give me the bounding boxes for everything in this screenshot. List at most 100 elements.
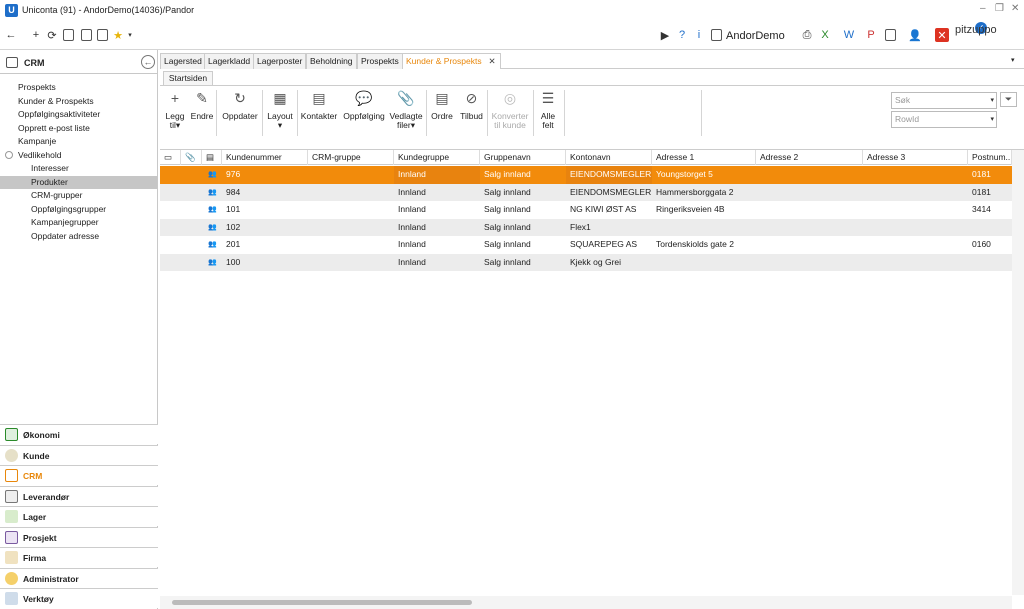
- cell-crm-gruppe[interactable]: [308, 184, 394, 202]
- exit-icon[interactable]: ✕: [935, 28, 949, 42]
- search-input[interactable]: Søk ▾: [891, 92, 997, 109]
- subtab-startsiden[interactable]: Startsiden: [163, 71, 213, 85]
- cell-kontonavn[interactable]: Kjekk og Grei: [566, 254, 652, 272]
- nav-item-interesser[interactable]: Interesser: [0, 162, 157, 175]
- contacts-row-icon[interactable]: 👥: [204, 236, 222, 254]
- contacts-row-icon[interactable]: 👥: [204, 219, 222, 237]
- contacts-row-icon[interactable]: 👥: [204, 166, 222, 184]
- cell-adresse-1[interactable]: Tordenskiolds gate 2: [652, 236, 756, 254]
- all-fields-button[interactable]: ☰ Alle felt: [535, 90, 561, 130]
- module-okonomi[interactable]: Økonomi: [0, 424, 158, 444]
- user-icon[interactable]: 👤: [908, 28, 922, 42]
- tab-lagerkladd[interactable]: Lagerkladd: [204, 53, 255, 69]
- attachment-column-icon[interactable]: 📎: [181, 150, 202, 165]
- cell-gruppenavn[interactable]: Salg innland: [480, 184, 566, 202]
- table-row[interactable]: 👥 984 Innland Salg innland EIENDOMSMEGLER...…: [160, 183, 1012, 202]
- nav-item-oppfolgingsaktiviteter[interactable]: Oppfølgingsaktiviteter: [0, 108, 157, 121]
- module-leverandor[interactable]: Leverandør: [0, 485, 158, 506]
- cell-adresse-1[interactable]: [652, 219, 756, 237]
- offers-button[interactable]: ⊘ Tilbud: [457, 90, 486, 121]
- col-adresse-1[interactable]: Adresse 1: [652, 150, 756, 165]
- cell-postnummer[interactable]: [968, 219, 1012, 237]
- print-icon[interactable]: ⎙: [800, 28, 814, 42]
- horizontal-scroll-thumb[interactable]: [172, 600, 472, 605]
- cell-postnummer[interactable]: 0160: [968, 236, 1012, 254]
- cell-adresse-2[interactable]: [756, 201, 863, 219]
- cell-kundenummer[interactable]: 984: [222, 184, 308, 202]
- follow-up-button[interactable]: 💬 Oppfølging: [341, 90, 387, 121]
- cell-crm-gruppe[interactable]: [308, 254, 394, 272]
- cell-gruppenavn[interactable]: Salg innland: [480, 201, 566, 219]
- cell-gruppenavn[interactable]: Salg innland: [480, 166, 566, 184]
- cell-adresse-2[interactable]: [756, 254, 863, 272]
- cell-adresse-2[interactable]: [756, 219, 863, 237]
- cell-kundegruppe[interactable]: Innland: [394, 236, 480, 254]
- cell-adresse-1[interactable]: Youngstorget 5: [652, 166, 756, 184]
- nav-item-oppdater-adresse[interactable]: Oppdater adresse: [0, 230, 157, 243]
- nav-item-vedlikehold[interactable]: Vedlikehold: [0, 149, 157, 162]
- nav-item-kampanjegrupper[interactable]: Kampanjegrupper: [0, 216, 157, 229]
- orders-button[interactable]: ▤ Ordre: [428, 90, 456, 121]
- cell-kontonavn[interactable]: NG KIWI ØST AS: [566, 201, 652, 219]
- module-verktoy[interactable]: Verktøy: [0, 588, 158, 608]
- cell-adresse-3[interactable]: [863, 184, 968, 202]
- restore-icon[interactable]: ❐: [995, 3, 1004, 14]
- nav-item-prospekts[interactable]: Prospekts: [0, 81, 157, 94]
- cell-crm-gruppe[interactable]: [308, 236, 394, 254]
- cell-kundegruppe[interactable]: Innland: [394, 254, 480, 272]
- info-icon[interactable]: i: [692, 28, 706, 42]
- cell-crm-gruppe[interactable]: [308, 201, 394, 219]
- cell-kundegruppe[interactable]: Innland: [394, 219, 480, 237]
- help-icon[interactable]: ?: [675, 28, 689, 42]
- module-administrator[interactable]: Administrator: [0, 567, 158, 588]
- layout-button[interactable]: ▦ Layout ▾: [264, 90, 296, 130]
- cell-kundegruppe[interactable]: Innland: [394, 166, 480, 184]
- tab-lagerposter[interactable]: Lagerposter: [253, 53, 307, 69]
- tab-beholdning[interactable]: Beholdning: [306, 53, 357, 69]
- cell-postnummer[interactable]: 0181: [968, 184, 1012, 202]
- contacts-row-icon[interactable]: 👥: [204, 184, 222, 202]
- tab-kunder-prospekts[interactable]: Kunder & Prospekts ✕: [402, 53, 501, 69]
- refresh-button[interactable]: ↻ Oppdater: [219, 90, 261, 121]
- play-icon[interactable]: ▶: [658, 28, 672, 42]
- vertical-scrollbar[interactable]: [1012, 150, 1024, 595]
- add-icon[interactable]: +: [29, 28, 43, 42]
- back-arrow-icon[interactable]: ←: [4, 28, 18, 42]
- cell-kundenummer[interactable]: 201: [222, 236, 308, 254]
- cell-adresse-1[interactable]: Ringeriksveien 4B: [652, 201, 756, 219]
- collapse-panel-icon[interactable]: ←: [141, 55, 155, 69]
- cell-postnummer[interactable]: 0181: [968, 166, 1012, 184]
- table-row[interactable]: 👥 100 Innland Salg innland Kjekk og Grei: [160, 253, 1012, 272]
- cell-adresse-3[interactable]: [863, 166, 968, 184]
- cell-adresse-3[interactable]: [863, 236, 968, 254]
- cell-adresse-3[interactable]: [863, 219, 968, 237]
- cell-kundegruppe[interactable]: Innland: [394, 184, 480, 202]
- close-icon[interactable]: ✕: [1011, 3, 1019, 14]
- cell-adresse-3[interactable]: [863, 254, 968, 272]
- cell-adresse-1[interactable]: Hammersborggata 2: [652, 184, 756, 202]
- cell-adresse-3[interactable]: [863, 201, 968, 219]
- cell-kundegruppe[interactable]: Innland: [394, 201, 480, 219]
- nav-item-produkter[interactable]: Produkter: [0, 175, 157, 189]
- col-kontonavn[interactable]: Kontonavn: [566, 150, 652, 165]
- tab-list-dropdown-icon[interactable]: ▾: [1011, 56, 1015, 64]
- cell-postnummer[interactable]: [968, 254, 1012, 272]
- company-icon[interactable]: [709, 28, 723, 42]
- note-column-icon[interactable]: ▭: [160, 150, 181, 165]
- col-crm-gruppe[interactable]: CRM-gruppe: [308, 150, 394, 165]
- table-row[interactable]: 👥 201 Innland Salg innland SQUAREPEG AS Torde…: [160, 236, 1012, 254]
- module-kunde[interactable]: Kunde: [0, 444, 158, 465]
- cell-kontonavn[interactable]: SQUAREPEG AS: [566, 236, 652, 254]
- module-crm[interactable]: CRM: [0, 465, 158, 485]
- rowid-dropdown-icon[interactable]: ▾: [990, 112, 994, 127]
- company-name[interactable]: AndorDemo: [726, 30, 785, 42]
- cell-gruppenavn[interactable]: Salg innland: [480, 236, 566, 254]
- cell-crm-gruppe[interactable]: [308, 166, 394, 184]
- minimize-icon[interactable]: –: [980, 3, 986, 14]
- cell-kundenummer[interactable]: 101: [222, 201, 308, 219]
- nav-item-kunder-prospekts[interactable]: Kunder & Prospekts: [0, 95, 157, 108]
- contacts-button[interactable]: ▤ Kontakter: [299, 90, 339, 121]
- cell-crm-gruppe[interactable]: [308, 219, 394, 237]
- cell-adresse-1[interactable]: [652, 254, 756, 272]
- cell-kontonavn[interactable]: EIENDOMSMEGLER...: [566, 184, 652, 202]
